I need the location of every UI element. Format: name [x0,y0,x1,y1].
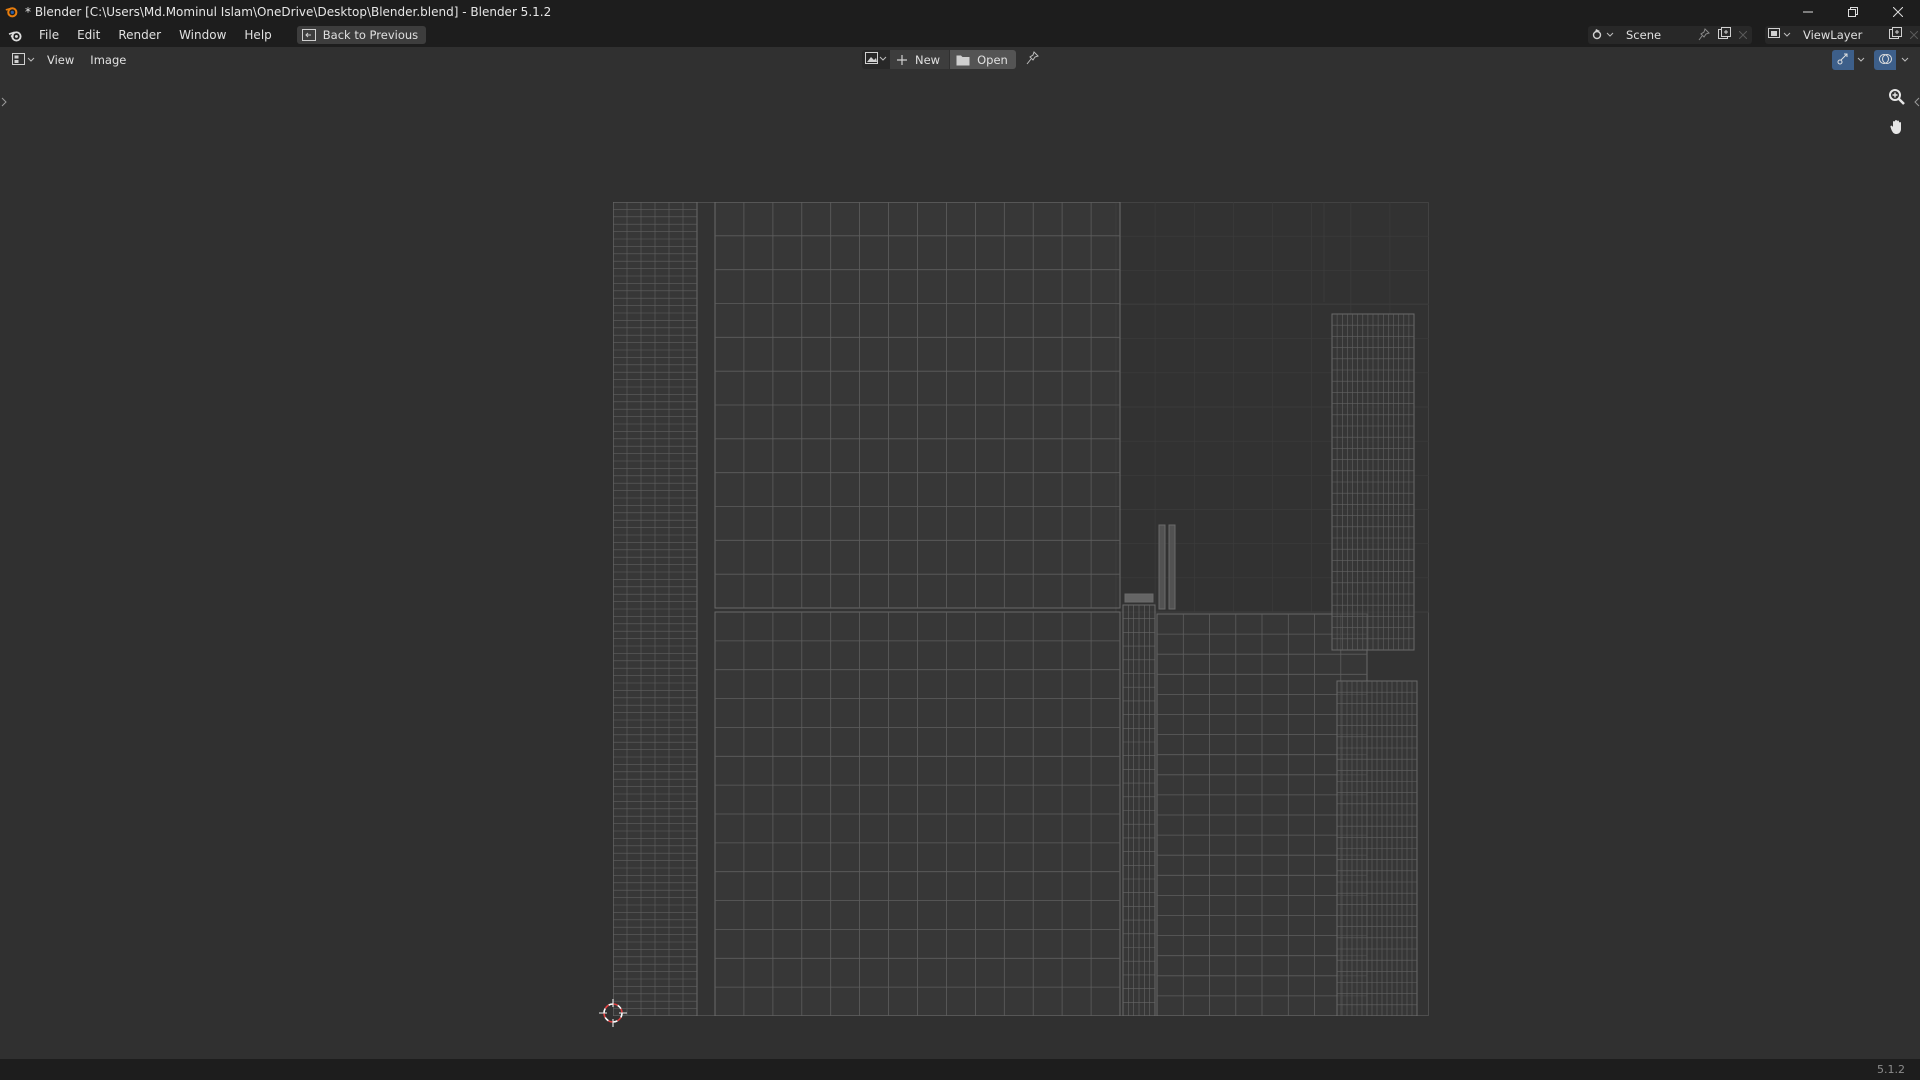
duplicate-icon [1888,27,1902,43]
view-layer-icon [1768,27,1792,43]
title-bar: * Blender [C:\Users\Md.Mominul Islam\One… [0,0,1920,23]
scene-name-field[interactable]: Scene [1618,26,1714,44]
overlay-toggle-button[interactable] [1874,50,1896,70]
overlay-dropdown[interactable] [1896,50,1914,70]
uv-island-lower-main[interactable] [714,611,1121,1016]
scene-selector: Scene [1588,26,1752,44]
navigation-gizmo [1884,85,1910,145]
blender-icon[interactable] [6,26,24,44]
image-browse-button[interactable] [862,50,890,69]
close-icon [1909,28,1919,42]
hand-icon [1888,118,1906,139]
remove-view-layer-button[interactable] [1905,26,1920,44]
back-icon [301,29,316,41]
new-image-button[interactable]: New [890,50,950,69]
uv-island-lower-right[interactable] [1156,613,1368,1016]
pin-icon [1026,51,1039,68]
uv-island-small-bar-a[interactable] [1158,524,1166,610]
maximize-button[interactable] [1830,0,1875,23]
image-browse-icon [864,51,888,68]
menu-render[interactable]: Render [109,23,170,47]
open-image-button[interactable]: Open [950,50,1016,69]
menu-window[interactable]: Window [170,23,235,47]
2d-cursor[interactable] [597,997,629,1029]
zoom-icon [1888,88,1906,109]
view-layer-selector: ViewLayer [1765,26,1920,44]
open-image-label: Open [977,52,1008,67]
view-layer-name-field[interactable]: ViewLayer [1795,26,1885,44]
view-layer-name: ViewLayer [1803,28,1863,42]
new-view-layer-button[interactable] [1885,26,1905,44]
version-label: 5.1.2 [1877,1063,1905,1076]
remove-scene-button[interactable] [1734,26,1752,44]
new-scene-button[interactable] [1714,26,1734,44]
close-icon [1738,28,1748,42]
overlay-icon [1878,52,1892,69]
uv-island-small-bar-b[interactable] [1168,524,1176,610]
pin-image-button[interactable] [1026,51,1039,68]
scene-icon [1592,28,1614,43]
close-button[interactable] [1875,0,1920,23]
gizmo-icon [1836,52,1850,69]
uv-layout [613,202,1429,1016]
status-bar: 5.1.2 [0,1059,1920,1080]
back-to-previous-label: Back to Previous [322,28,419,42]
duplicate-icon [1717,27,1731,43]
uv-island-small-tab[interactable] [1124,593,1154,603]
uv-island-upper-main[interactable] [714,202,1121,609]
pin-icon[interactable] [1698,28,1710,44]
uv-island-left-strip[interactable] [613,202,698,1016]
sidebar-expand-icon[interactable] [1914,97,1920,110]
uv-island-right-lower[interactable] [1336,680,1418,1016]
scene-browse-button[interactable] [1588,26,1618,44]
menu-file[interactable]: File [30,23,68,47]
window-title: * Blender [C:\Users\Md.Mominul Islam\One… [25,4,552,19]
open-folder-icon [956,54,970,66]
toolbar-expand-icon[interactable] [1,97,7,110]
menu-help[interactable]: Help [235,23,280,47]
back-to-previous-button[interactable]: Back to Previous [296,26,427,44]
gizmo-dropdown[interactable] [1854,50,1868,70]
blender-app-icon [5,5,19,19]
uv-island-right-upper[interactable] [1331,313,1415,651]
uv-editor-viewport[interactable] [0,73,1920,1059]
image-editor-icon [11,52,37,69]
gizmo-toggle-button[interactable] [1832,50,1854,70]
scene-name: Scene [1626,28,1662,42]
menu-edit[interactable]: Edit [68,23,109,47]
view-layer-browse-button[interactable] [1765,26,1795,44]
menu-image[interactable]: Image [82,53,134,67]
uv-island-mid-strip[interactable] [1122,604,1156,1016]
editor-type-button[interactable] [11,51,39,69]
menu-view[interactable]: View [39,53,82,67]
new-icon [897,54,907,65]
image-editor-header: View Image New Open [0,47,1920,73]
pan-button[interactable] [1884,115,1910,141]
minimize-button[interactable] [1785,0,1830,23]
new-image-label: New [915,52,941,67]
zoom-button[interactable] [1884,85,1910,111]
